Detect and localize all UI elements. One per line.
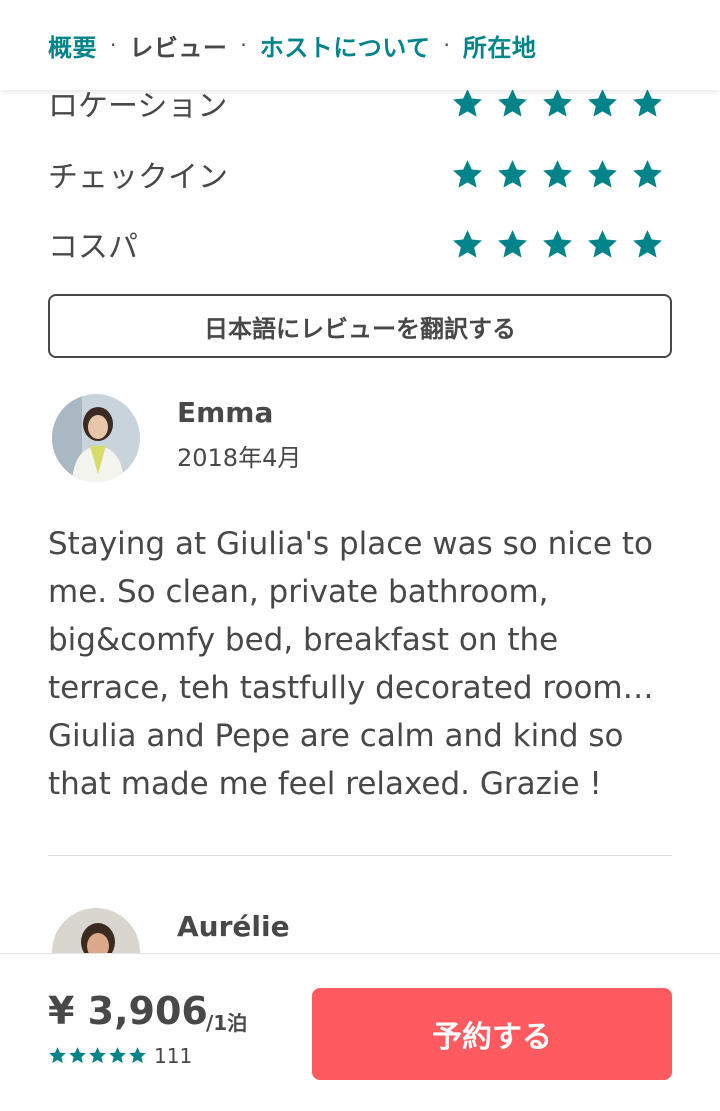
star-icon xyxy=(633,159,662,188)
book-button[interactable]: 予約する xyxy=(312,988,672,1080)
star-icon xyxy=(543,229,572,258)
nav-reviews-link[interactable]: レビュー xyxy=(129,28,227,63)
star-rating xyxy=(451,87,664,120)
nav-separator: · xyxy=(443,33,450,57)
star-icon xyxy=(49,1047,66,1064)
star-icon xyxy=(633,88,662,117)
nav-separator: · xyxy=(240,33,247,57)
star-icon xyxy=(453,159,482,188)
review-date: 2018年4月 xyxy=(177,444,302,472)
star-icon xyxy=(89,1047,106,1064)
rating-label: コスパ xyxy=(48,230,138,265)
star-icon xyxy=(543,159,572,188)
star-icon xyxy=(633,229,662,258)
star-rating xyxy=(451,228,664,261)
star-icon xyxy=(588,159,617,188)
star-icon xyxy=(498,229,527,258)
avatar-photo-icon xyxy=(52,394,140,482)
star-icon xyxy=(588,229,617,258)
star-icon xyxy=(588,88,617,117)
star-icon xyxy=(453,88,482,117)
nav-location-link[interactable]: 所在地 xyxy=(463,28,537,63)
star-icon xyxy=(498,159,527,188)
review-text: Staying at Giulia's place was so nice to… xyxy=(48,526,654,802)
reviewer-name[interactable]: Emma xyxy=(177,396,273,429)
overall-star-rating xyxy=(48,1046,147,1065)
section-nav-bar: 概要 · レビュー · ホストについて · 所在地 xyxy=(0,0,720,90)
rating-label: チェックイン xyxy=(48,160,228,195)
translate-reviews-button[interactable]: 日本語にレビューを翻訳する xyxy=(48,294,672,358)
rating-row-checkin: チェックイン xyxy=(48,144,672,204)
star-rating xyxy=(451,158,664,191)
star-icon xyxy=(498,88,527,117)
rating-row-value: コスパ xyxy=(48,214,672,274)
star-icon xyxy=(543,88,572,117)
star-icon xyxy=(129,1047,146,1064)
per-night-label: /1泊 xyxy=(206,1011,248,1035)
star-icon xyxy=(453,229,482,258)
nav-overview-link[interactable]: 概要 xyxy=(48,28,97,63)
booking-bar: ¥ 3,906 /1泊 111 予約する xyxy=(0,953,720,1111)
star-icon xyxy=(69,1047,86,1064)
review-divider xyxy=(48,855,672,856)
review-count[interactable]: 111 xyxy=(154,1044,192,1068)
reviewer-avatar[interactable] xyxy=(52,394,140,482)
star-icon xyxy=(109,1047,126,1064)
nav-host-link[interactable]: ホストについて xyxy=(260,28,431,63)
nightly-price: ¥ 3,906 xyxy=(48,989,208,1033)
nav-separator: · xyxy=(110,33,117,57)
reviewer-name[interactable]: Aurélie xyxy=(177,910,290,943)
